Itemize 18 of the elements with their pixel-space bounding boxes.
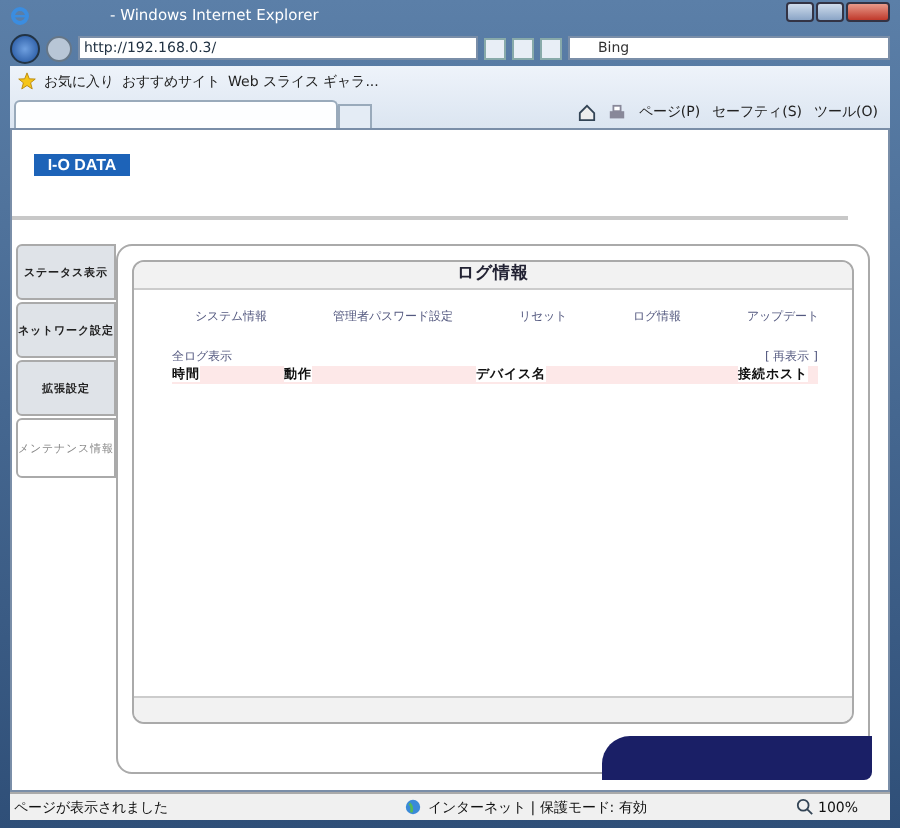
ie-logo-icon [10,5,30,25]
panel-title: ログ情報 [134,262,852,290]
zoom-icon[interactable] [795,798,814,816]
compatibility-button[interactable] [484,37,506,59]
refresh-button[interactable] [512,37,534,59]
print-icon[interactable] [608,103,627,121]
maximize-button[interactable] [816,2,844,22]
star-icon[interactable] [18,72,36,90]
stop-button[interactable] [540,37,562,59]
new-tab-button[interactable] [338,104,372,128]
minimize-button[interactable] [786,2,814,22]
browser-tab[interactable] [14,100,338,128]
logo: I-O DATA [34,154,130,176]
home-icon[interactable] [578,103,597,121]
back-button[interactable] [10,33,40,63]
forward-button[interactable] [46,35,72,61]
close-button[interactable] [846,2,890,22]
globe-icon [404,798,422,816]
